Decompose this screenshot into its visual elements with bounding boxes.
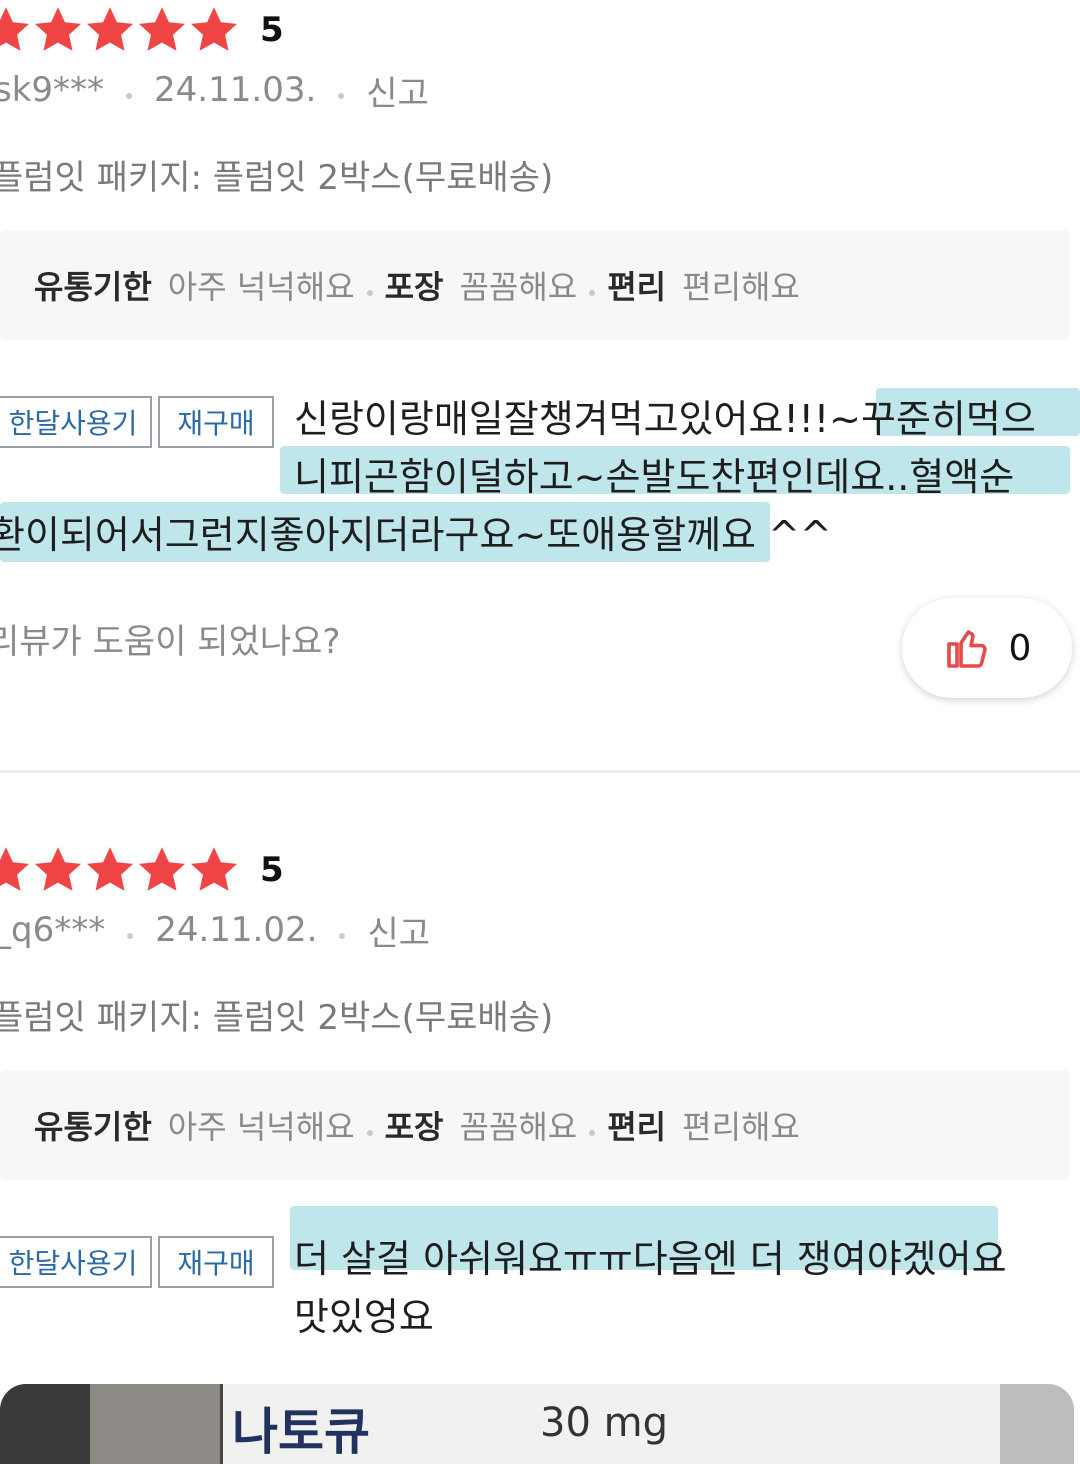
separator-dot: [589, 1130, 596, 1136]
review-date: 24.11.03.: [154, 70, 317, 110]
like-button[interactable]: 0: [902, 598, 1072, 698]
review-date: 24.11.02.: [155, 910, 318, 950]
star-icon: [0, 844, 32, 896]
star-icon: [32, 844, 84, 896]
separator-dot: [127, 933, 134, 939]
review-text-line: 맛있엉요: [294, 1295, 434, 1339]
photo-background: [0, 1384, 90, 1464]
product-dose-text: 30 mg: [540, 1400, 668, 1446]
attr-key-packaging: 포장: [384, 268, 444, 306]
separator-dot: [366, 290, 373, 296]
report-link[interactable]: 신고: [366, 66, 429, 115]
tag-repurchase: 재구매: [158, 1236, 274, 1288]
attr-value-packaging: 꼼꼼해요: [459, 1108, 578, 1146]
photo-background: [90, 1384, 220, 1464]
tag-repurchase: 재구매: [158, 396, 274, 448]
attr-value-packaging: 꼼꼼해요: [459, 268, 578, 306]
attr-value-convenience: 편리해요: [682, 1108, 800, 1146]
photo-background: [1000, 1384, 1074, 1464]
separator-dot: [338, 93, 345, 99]
star-icon: [0, 4, 32, 56]
separator-dot: [366, 1130, 373, 1136]
helpful-question: 리뷰가 도움이 되었나요?: [0, 622, 341, 662]
purchase-option: 플럼잇 패키지: 플럼잇 2박스(무료배송): [0, 998, 554, 1038]
attr-key-convenience: 편리: [607, 1108, 667, 1146]
attr-key-packaging: 포장: [384, 1108, 444, 1146]
star-icon: [188, 4, 240, 56]
attr-key-expiry: 유통기한: [34, 268, 152, 306]
attr-key-expiry: 유통기한: [34, 1108, 152, 1146]
thumbs-up-icon: [946, 630, 987, 668]
review-photo[interactable]: 나토큐 30 mg: [0, 1384, 1074, 1464]
review-meta: _q6*** 24.11.02. 신고: [0, 906, 430, 954]
separator-dot: [126, 93, 133, 99]
separator-dot: [589, 290, 596, 296]
star-icon: [84, 4, 136, 56]
star-rating: 5: [0, 0, 284, 60]
like-count: 0: [1008, 627, 1032, 669]
tag-one-month-review: 한달사용기: [0, 396, 152, 448]
review-text-line: 환이되어서그런지좋아지더라구요~또애용할께요 ^^: [0, 513, 832, 557]
star-icon: [136, 844, 188, 896]
tag-one-month-review: 한달사용기: [0, 1236, 152, 1288]
star-icon: [84, 844, 136, 896]
reviewer-id: sk9***: [0, 70, 105, 110]
separator-dot: [339, 933, 346, 939]
star-icon: [32, 4, 84, 56]
review-divider: [0, 770, 1080, 773]
review-text-line: 더 살걸 아쉬워요ㅠㅠ다음엔 더 쟁여야겠어요: [294, 1237, 1007, 1281]
report-link[interactable]: 신고: [367, 906, 430, 955]
rating-value: 5: [260, 10, 284, 50]
review-text-line: 신랑이랑매일잘챙겨먹고있어요!!!~꾸준히먹으: [294, 397, 1036, 441]
purchase-option: 플럼잇 패키지: 플럼잇 2박스(무료배송): [0, 158, 554, 198]
review-attributes: 유통기한 아주 넉넉해요 포장 꼼꼼해요 편리 편리해요: [0, 1070, 1070, 1180]
attr-value-convenience: 편리해요: [682, 268, 800, 306]
rating-value: 5: [260, 850, 284, 890]
star-rating: 5: [0, 840, 284, 900]
reviewer-id: _q6***: [0, 910, 106, 950]
review-text-line: 니피곤함이덜하고~손발도찬편인데요..혈액순: [294, 455, 1015, 499]
attr-key-convenience: 편리: [607, 268, 667, 306]
attr-value-expiry: 아주 넉넉해요: [167, 1108, 355, 1146]
review-meta: sk9*** 24.11.03. 신고: [0, 66, 429, 114]
attr-value-expiry: 아주 넉넉해요: [167, 268, 355, 306]
star-icon: [136, 4, 188, 56]
star-icon: [188, 844, 240, 896]
product-name-text: 나토큐: [232, 1403, 370, 1461]
review-attributes: 유통기한 아주 넉넉해요 포장 꼼꼼해요 편리 편리해요: [0, 230, 1070, 340]
